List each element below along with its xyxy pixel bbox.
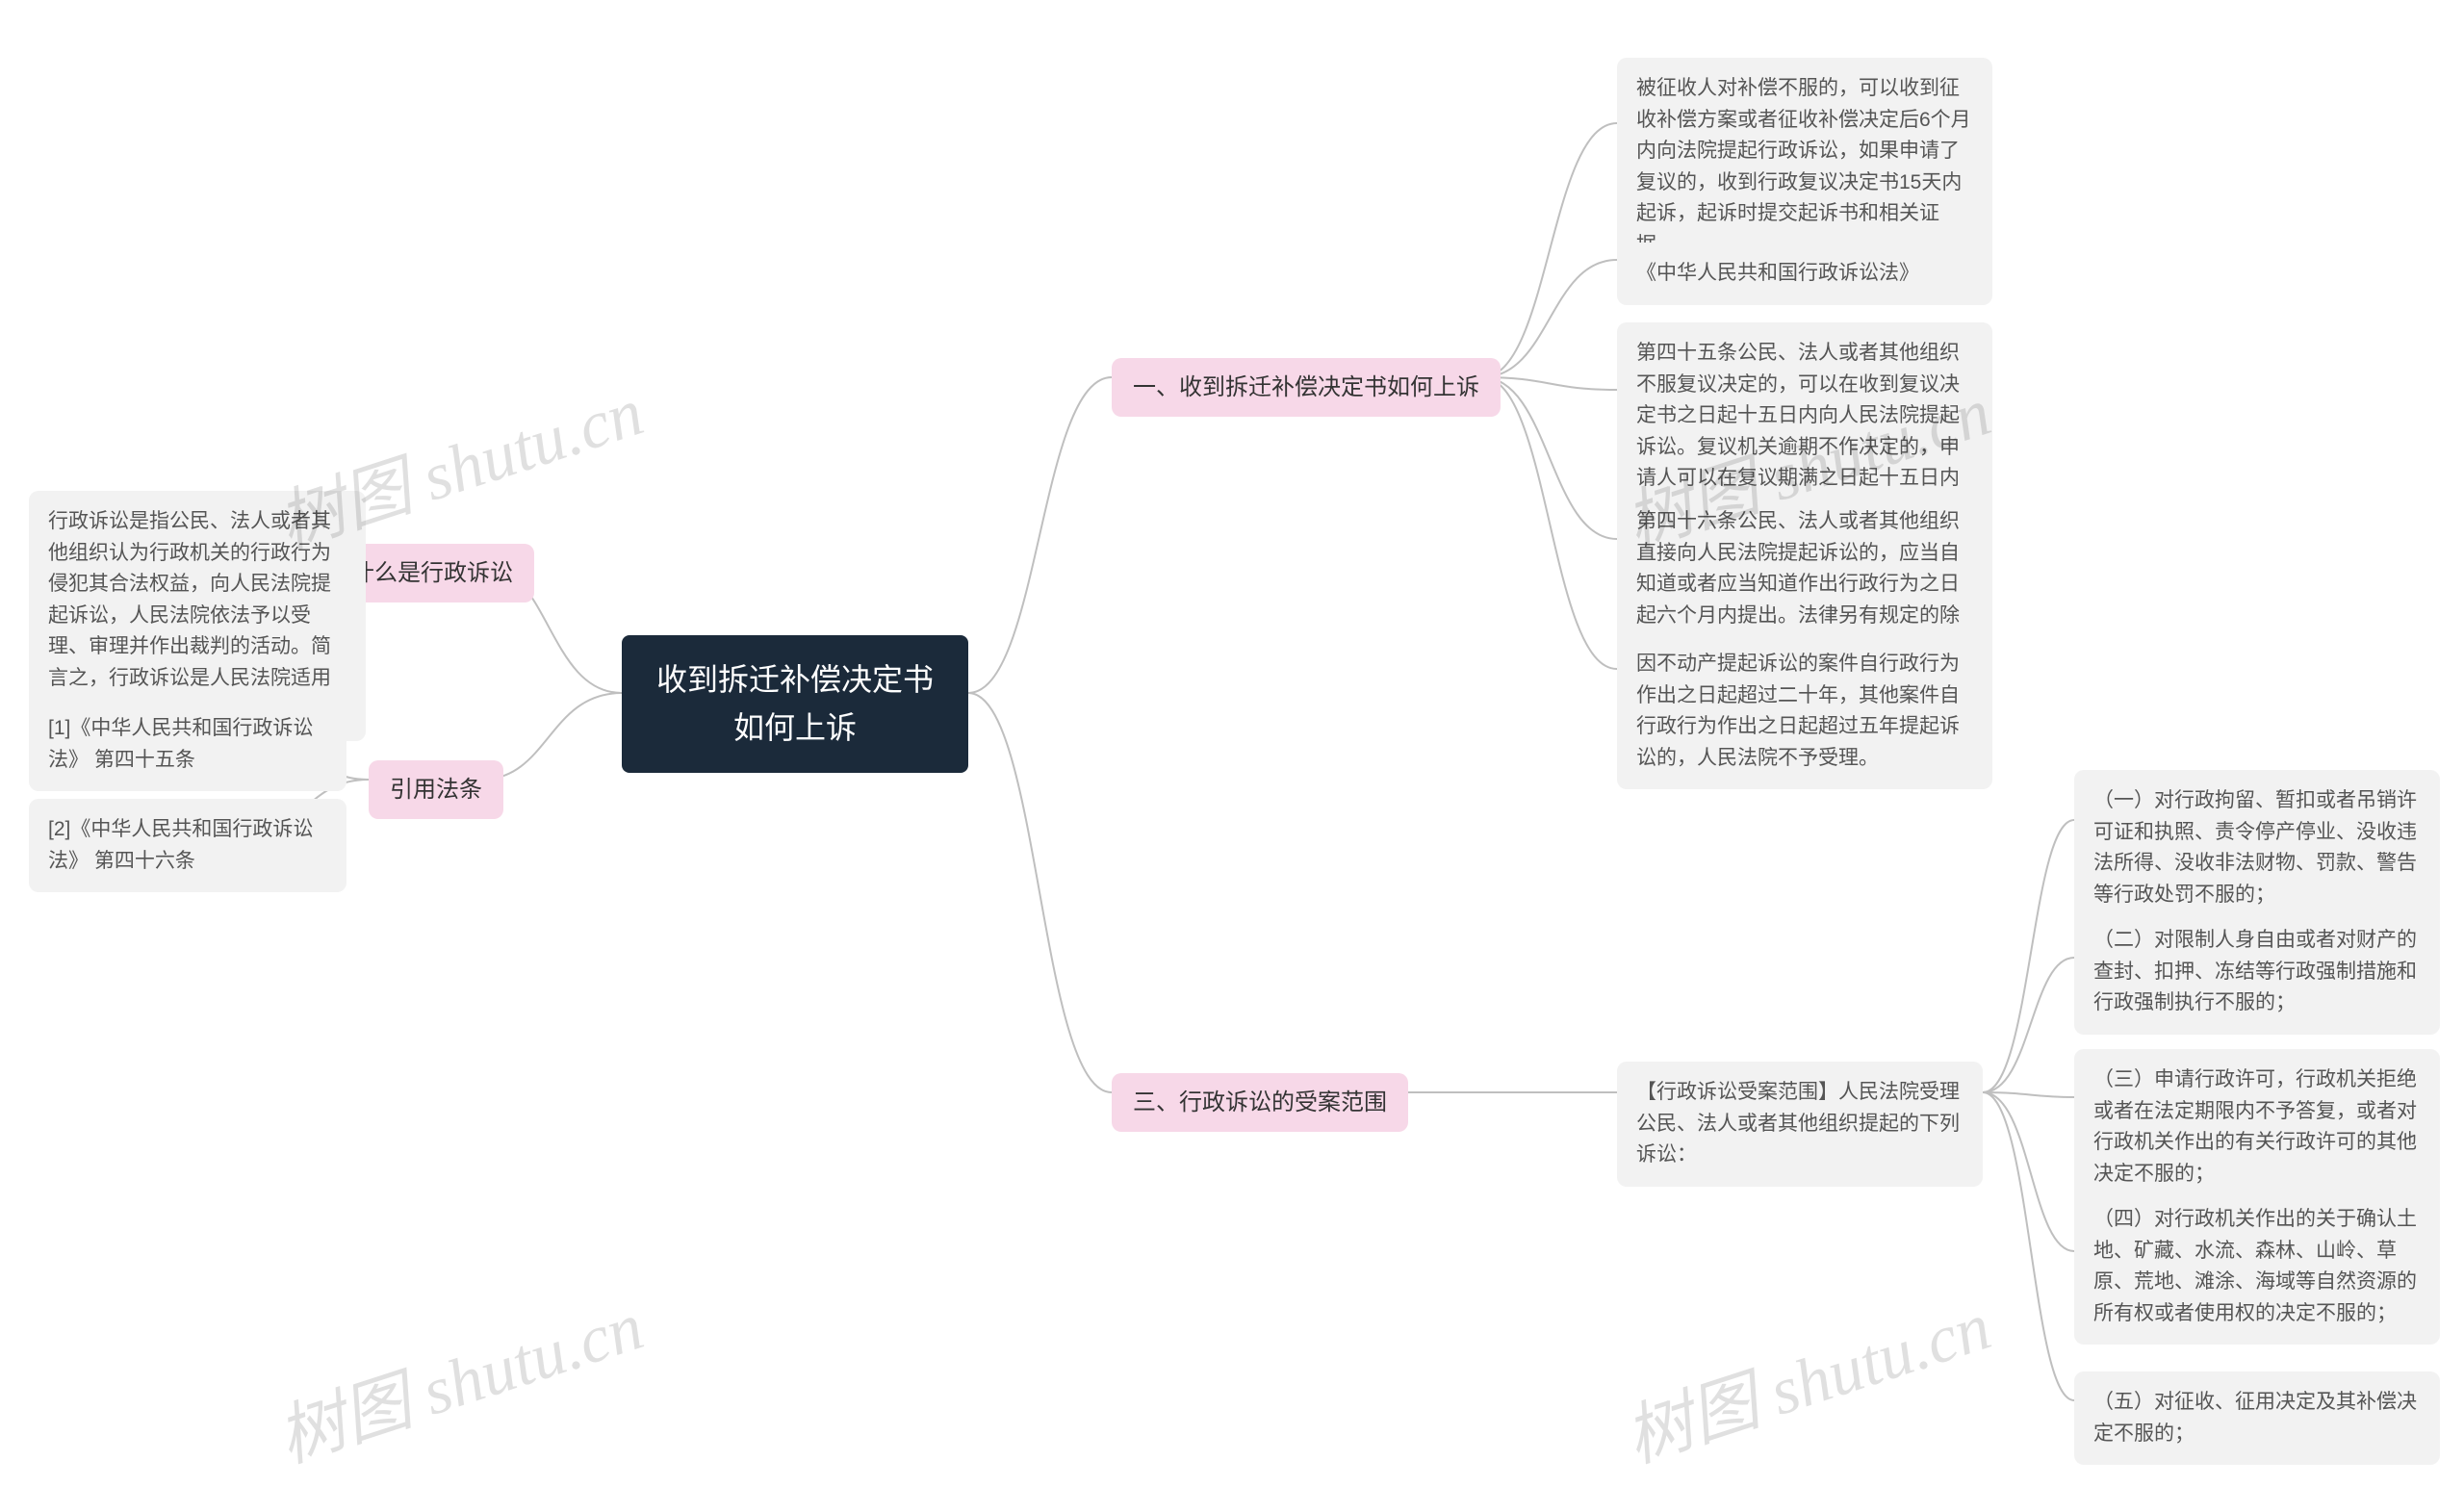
b4-child-2[interactable]: [2]《中华人民共和国行政诉讼法》 第四十六条: [29, 799, 346, 892]
b3-item-5[interactable]: （五）对征收、征用决定及其补偿决定不服的；: [2074, 1371, 2440, 1465]
b3-item-2[interactable]: （二）对限制人身自由或者对财产的查封、扣押、冻结等行政强制措施和行政强制执行不服…: [2074, 910, 2440, 1035]
branch-4[interactable]: 引用法条: [369, 760, 503, 819]
b4-child-1[interactable]: [1]《中华人民共和国行政诉讼法》 第四十五条: [29, 698, 346, 791]
b3-intro[interactable]: 【行政诉讼受案范围】人民法院受理公民、法人或者其他组织提起的下列诉讼：: [1617, 1062, 1983, 1187]
root-node[interactable]: 收到拆迁补偿决定书如何上诉: [622, 635, 968, 773]
watermark-4: 树图 shutu.cn: [1611, 1272, 2001, 1481]
b1-child-5[interactable]: 因不动产提起诉讼的案件自行政行为作出之日起超过二十年，其他案件自行政行为作出之日…: [1617, 633, 1992, 789]
branch-1[interactable]: 一、收到拆迁补偿决定书如何上诉: [1112, 358, 1501, 417]
b3-item-4[interactable]: （四）对行政机关作出的关于确认土地、矿藏、水流、森林、山岭、草原、荒地、滩涂、海…: [2074, 1189, 2440, 1345]
b1-child-2[interactable]: 《中华人民共和国行政诉讼法》: [1617, 243, 1992, 305]
b3-item-3[interactable]: （三）申请行政许可，行政机关拒绝或者在法定期限内不予答复，或者对行政机关作出的有…: [2074, 1049, 2440, 1205]
b3-item-1[interactable]: （一）对行政拘留、暂扣或者吊销许可证和执照、责令停产停业、没收违法所得、没收非法…: [2074, 770, 2440, 926]
watermark-3: 树图 shutu.cn: [264, 1272, 654, 1481]
branch-3[interactable]: 三、行政诉讼的受案范围: [1112, 1073, 1408, 1132]
